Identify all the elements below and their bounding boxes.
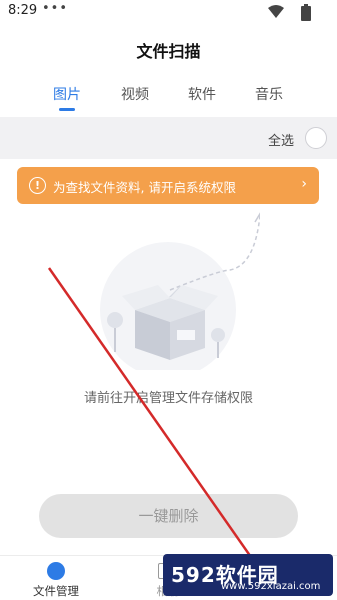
info-icon: ! [29, 177, 46, 194]
status-time: 8:29 [8, 3, 38, 18]
select-all-label: 全选 [267, 134, 294, 149]
file-manager-icon [47, 562, 65, 580]
tab-bar: 图片 视频 软件 音乐 [0, 84, 337, 112]
empty-box-illustration [100, 212, 260, 370]
tab-videos[interactable]: 视频 [110, 84, 160, 104]
tab-images[interactable]: 图片 [42, 84, 92, 104]
notice-text: 为查找文件资料, 请开启系统权限 [53, 180, 236, 195]
wifi-icon [268, 5, 284, 18]
tab-software[interactable]: 软件 [177, 84, 227, 104]
chevron-right-icon: › [301, 176, 307, 192]
tab-music[interactable]: 音乐 [244, 84, 294, 104]
site-watermark: 592软件园 www.592xiazai.com [163, 554, 333, 596]
watermark-url: www.592xiazai.com [221, 581, 321, 592]
nav-label-file-manager: 文件管理 [33, 584, 79, 598]
one-click-delete-button[interactable]: 一键删除 [39, 494, 298, 538]
battery-icon [301, 4, 311, 21]
status-bar: 8:29 ••• [0, 0, 337, 26]
nav-item-file-manager[interactable]: 文件管理 [0, 556, 112, 600]
select-all-bar: 全选 [0, 117, 337, 159]
page-title: 文件扫描 [136, 42, 201, 61]
permission-notice-banner[interactable]: ! 为查找文件资料, 请开启系统权限 › [17, 167, 319, 204]
select-all-checkbox[interactable] [305, 127, 327, 149]
empty-state-text: 请前往开启管理文件存储权限 [83, 391, 253, 406]
active-tab-indicator [59, 108, 75, 111]
notification-dots: ••• [42, 1, 69, 16]
